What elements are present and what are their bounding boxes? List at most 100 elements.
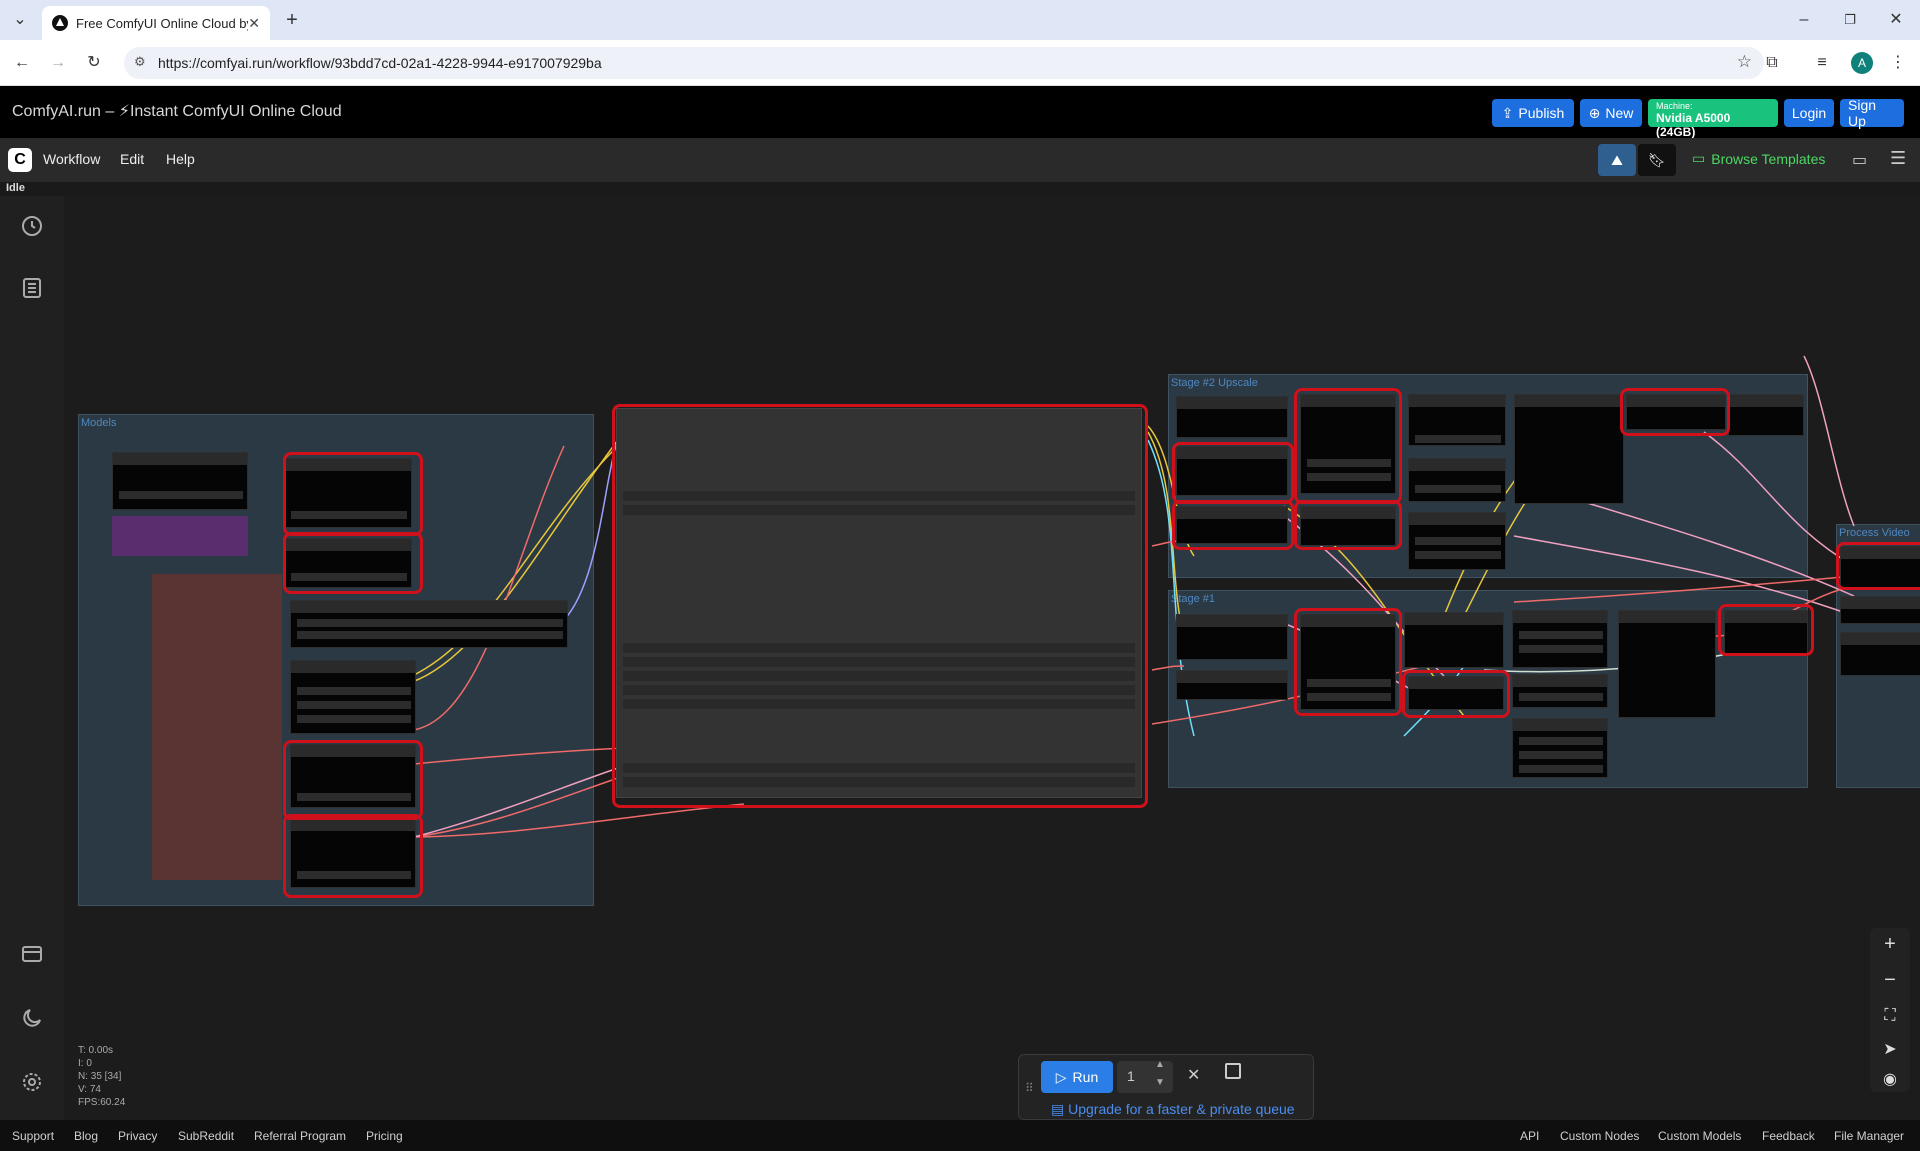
model-sampling-node[interactable] [290,660,416,734]
footer-support[interactable]: Support [12,1129,54,1143]
stage2-node-f[interactable] [1408,458,1506,502]
stage1-node-e[interactable] [1512,610,1608,668]
drag-handle-icon[interactable]: ⠿ [1025,1081,1034,1095]
upload-icon: ⇪ [1501,104,1514,121]
settings-gear-icon[interactable] [20,1070,44,1094]
stage2-node-i[interactable] [1728,394,1804,436]
menu-help[interactable]: Help [166,151,195,167]
app-header: ComfyAI.run – ⚡Instant ComfyUI Online Cl… [0,86,1920,139]
load-checkpoint-node[interactable] [112,452,248,510]
bookmark-star-icon[interactable]: ☆ [1737,52,1752,72]
highlight-box [1402,670,1510,718]
extensions-icon[interactable]: ⧉ [1760,53,1784,73]
moon-icon[interactable] [20,1006,44,1030]
clip-loader-node[interactable] [290,600,568,648]
new-label: New [1605,105,1634,121]
bookmark-icon[interactable]: 🔖︎ [1638,144,1676,176]
footer-feedback[interactable]: Feedback [1762,1129,1815,1143]
run-panel: ⠿ ▷ Run 1 ▲ ▼ ✕ ▤ Upgrade for a faster & … [1018,1054,1314,1120]
new-button[interactable]: ⊕ New [1580,99,1642,127]
footer-api[interactable]: API [1520,1129,1539,1143]
history-icon[interactable] [20,214,44,238]
profile-avatar[interactable]: A [1851,52,1873,74]
process-video-node-b[interactable] [1840,596,1920,624]
fit-view-icon[interactable]: ⛶ [1878,1004,1902,1028]
browser-menu-icon[interactable]: ⋮ [1886,53,1910,73]
browse-templates-button[interactable]: ▭ Browse Templates [1692,150,1825,167]
stage2-node-e[interactable] [1408,394,1506,446]
footer-referral[interactable]: Referral Program [254,1129,346,1143]
panel-toggle-icon[interactable]: ▭ [1852,150,1867,170]
login-button[interactable]: Login [1784,99,1834,127]
footer-blog[interactable]: Blog [74,1129,98,1143]
comfy-logo-icon[interactable]: C [8,148,32,172]
note-node-purple[interactable] [112,516,248,556]
menu-workflow[interactable]: Workflow [43,151,100,167]
zoom-in-icon[interactable]: + [1878,932,1902,956]
footer-subreddit[interactable]: SubReddit [178,1129,234,1143]
footer-custom-models[interactable]: Custom Models [1658,1129,1741,1143]
browser-tab[interactable]: Free ComfyUI Online Cloud by ✕ [42,6,270,40]
reload-icon[interactable]: ↻ [82,53,106,73]
window-close-icon[interactable]: ✕ [1884,10,1908,30]
chevron-up-icon[interactable]: ▲ [1155,1059,1165,1070]
stage1-node-f[interactable] [1512,674,1608,708]
footer-file-manager[interactable]: File Manager [1834,1129,1904,1143]
cancel-icon[interactable]: ✕ [1187,1065,1200,1085]
zoom-out-icon[interactable]: − [1878,968,1902,992]
address-bar[interactable]: ⚙ https://comfyai.run/workflow/93bdd7cd-… [124,47,1764,79]
tab-close-icon[interactable]: ✕ [248,15,260,32]
machine-label: Machine: [1656,101,1693,111]
machine-value: Nvidia A5000 (24GB) [1656,111,1731,139]
tab-list-chevron-icon[interactable]: ⌄ [8,10,32,30]
back-arrow-icon[interactable]: ← [10,53,34,73]
node-canvas[interactable]: Models Stage #2 Upscale Stage #1 Process… [64,196,1920,1120]
browser-tab-bar: ⌄ Free ComfyUI Online Cloud by ✕ + – ❐ ✕ [0,0,1920,40]
footer-pricing[interactable]: Pricing [366,1129,403,1143]
highlight-box [283,452,423,536]
run-button[interactable]: ▷ Run [1041,1061,1113,1093]
signup-button[interactable]: Sign Up [1840,97,1904,129]
menu-edit[interactable]: Edit [120,151,144,167]
stat-i: I: 0 [78,1058,92,1069]
process-video-node-c[interactable] [1840,632,1920,676]
publish-button[interactable]: ⇪ Publish [1492,99,1574,127]
document-list-icon[interactable] [20,276,44,300]
stage1-preview-node[interactable] [1618,610,1716,718]
media-controls-icon[interactable]: ≡ [1810,53,1834,73]
stat-v: V: 74 [78,1084,101,1095]
stage1-node-a[interactable] [1176,614,1288,660]
minimize-icon[interactable]: – [1792,10,1816,30]
stop-icon[interactable] [1225,1063,1241,1079]
brand-title[interactable]: ComfyAI.run – ⚡Instant ComfyUI Online Cl… [12,101,342,121]
canvas-controls: + − ⛶ ➤ ◉ [1870,928,1910,1092]
forward-arrow-icon[interactable]: → [46,53,70,73]
comfy-menu-bar: C Workflow Edit Help ⛰ 🔖︎ ▭ Browse Templa… [0,138,1920,182]
new-tab-icon[interactable]: + [280,10,304,30]
footer-custom-nodes[interactable]: Custom Nodes [1560,1129,1639,1143]
stage1-node-b[interactable] [1176,670,1288,700]
restore-icon[interactable]: ❐ [1838,10,1862,30]
hamburger-menu-icon[interactable]: ☰ [1890,148,1906,169]
queue-status: Idle [6,182,25,194]
highlight-box [1172,442,1294,504]
eye-icon[interactable]: ◉ [1878,1068,1902,1092]
highlight-box [1836,542,1920,590]
highlight-box [612,404,1148,808]
render-stats: T: 0.00s I: 0 N: 35 [34] V: 74 FPS:60.24 [78,1044,125,1109]
note-node-red[interactable] [152,574,282,880]
stage2-node-a[interactable] [1176,396,1288,438]
comfy-mode-icon[interactable]: ⛰ [1598,144,1636,176]
machine-selector[interactable]: Machine: Nvidia A5000 (24GB) [1648,99,1778,139]
stage1-node-c[interactable] [1404,612,1504,668]
highlight-box [1620,388,1730,436]
card-icon[interactable] [20,942,44,966]
upgrade-link[interactable]: ▤ Upgrade for a faster & private queue [1051,1101,1295,1118]
footer-privacy[interactable]: Privacy [118,1129,157,1143]
chevron-down-icon[interactable]: ▼ [1155,1077,1165,1088]
stage2-preview-node[interactable] [1514,394,1624,504]
stage2-node-g[interactable] [1408,512,1506,570]
navigate-icon[interactable]: ➤ [1878,1038,1902,1062]
stage1-node-g[interactable] [1512,718,1608,778]
site-info-icon[interactable]: ⚙ [134,54,146,70]
